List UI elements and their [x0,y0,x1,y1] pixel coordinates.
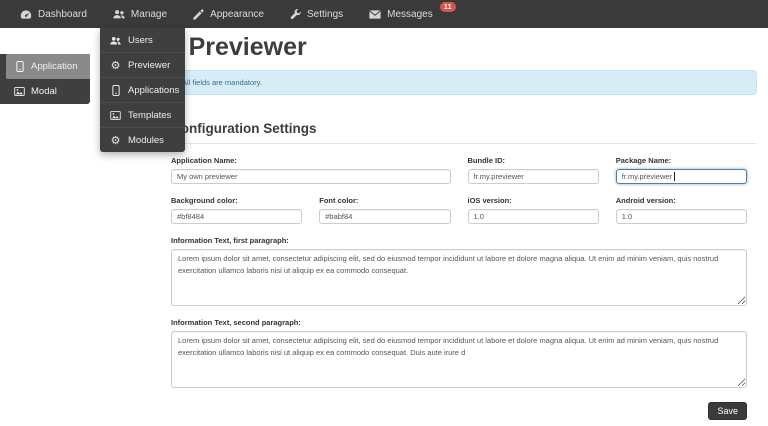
font-color-label: Font color: [319,197,450,205]
application-name-label: Application Name: [171,157,451,165]
nav-item-dashboard[interactable]: Dashboard [7,0,100,28]
sidebar-item-modal[interactable]: Modal [0,79,90,104]
menu-item-templates[interactable]: Templates [100,102,185,127]
nav-item-label: Messages [387,9,433,20]
bundle-id-label: Bundle ID: [468,157,599,165]
android-version-group: Android version: [616,197,747,224]
menu-item-label: Templates [128,110,171,121]
info-text-1-group: Information Text, first paragraph: Lorem… [171,237,747,306]
page-title-text: Previewer [189,34,307,60]
mobile-icon [14,61,25,72]
menu-item-label: Applications [128,85,179,96]
menu-item-previewer[interactable]: ⚙ Previewer [100,52,185,77]
gear-icon: ⚙ [110,135,121,146]
ios-version-field[interactable] [468,209,599,224]
page-title: ⚙ Previewer [171,34,757,60]
info-text-2-group: Information Text, second paragraph: Lore… [171,319,747,388]
info-text-1-field[interactable]: Lorem ipsum dolor sit amet, consectetur … [171,249,747,306]
mobile-icon [110,85,121,96]
pencil-icon [193,9,204,20]
menu-item-modules[interactable]: ⚙ Modules [100,127,185,152]
ios-version-label: iOS version: [468,197,599,205]
background-color-group: Background color: [171,197,302,224]
package-name-label: Package Name: [616,157,747,165]
nav-item-settings[interactable]: Settings [277,0,356,28]
users-icon [113,9,125,19]
main-content: ⚙ Previewer All fields are mandatory. Co… [171,28,757,420]
package-name-group: Package Name: [616,157,747,184]
manage-dropdown-menu: Users ⚙ Previewer Applications Templates… [100,28,185,152]
section-title: Configuration Settings [171,121,757,144]
save-button[interactable]: Save [708,402,747,420]
users-icon [110,36,121,45]
menu-item-applications[interactable]: Applications [100,77,185,102]
menu-item-label: Previewer [128,60,170,71]
gear-icon: ⚙ [110,60,121,71]
envelope-icon [369,10,381,19]
nav-item-label: Settings [307,9,343,20]
text-cursor [674,172,675,181]
sidebar: Application Modal [0,54,90,104]
android-version-field[interactable] [616,209,747,224]
nav-item-label: Dashboard [38,9,87,20]
wrench-icon [290,9,301,20]
application-name-field[interactable] [171,169,451,184]
image-icon [110,111,121,120]
sidebar-item-label: Application [31,61,77,72]
menu-item-users[interactable]: Users [100,28,185,52]
menu-item-label: Modules [128,135,164,146]
top-navbar: Dashboard Manage Appearance Settings Mes… [0,0,768,28]
nav-item-label: Manage [131,9,167,20]
ios-version-group: iOS version: [468,197,599,224]
background-color-label: Background color: [171,197,302,205]
info-text-2-label: Information Text, second paragraph: [171,319,747,327]
info-text-1-label: Information Text, first paragraph: [171,237,747,245]
messages-badge: 11 [440,2,456,12]
bundle-id-group: Bundle ID: [468,157,599,184]
font-color-group: Font color: [319,197,450,224]
tachometer-icon [20,9,32,20]
bundle-id-field[interactable] [468,169,599,184]
font-color-field[interactable] [319,209,450,224]
configuration-form: Application Name: Bundle ID: Package Nam… [171,157,747,420]
sidebar-item-application[interactable]: Application [6,54,90,79]
nav-item-manage[interactable]: Manage [100,0,180,28]
menu-item-label: Users [128,35,153,46]
sidebar-item-label: Modal [31,86,57,97]
background-color-field[interactable] [171,209,302,224]
info-text-2-field[interactable]: Lorem ipsum dolor sit amet, consectetur … [171,331,747,388]
nav-item-appearance[interactable]: Appearance [180,0,277,28]
nav-item-messages[interactable]: Messages 11 [356,0,469,28]
package-name-field[interactable] [616,169,747,184]
android-version-label: Android version: [616,197,747,205]
nav-item-label: Appearance [210,9,264,20]
application-name-group: Application Name: [171,157,451,184]
info-alert: All fields are mandatory. [171,70,757,95]
image-icon [14,87,25,96]
